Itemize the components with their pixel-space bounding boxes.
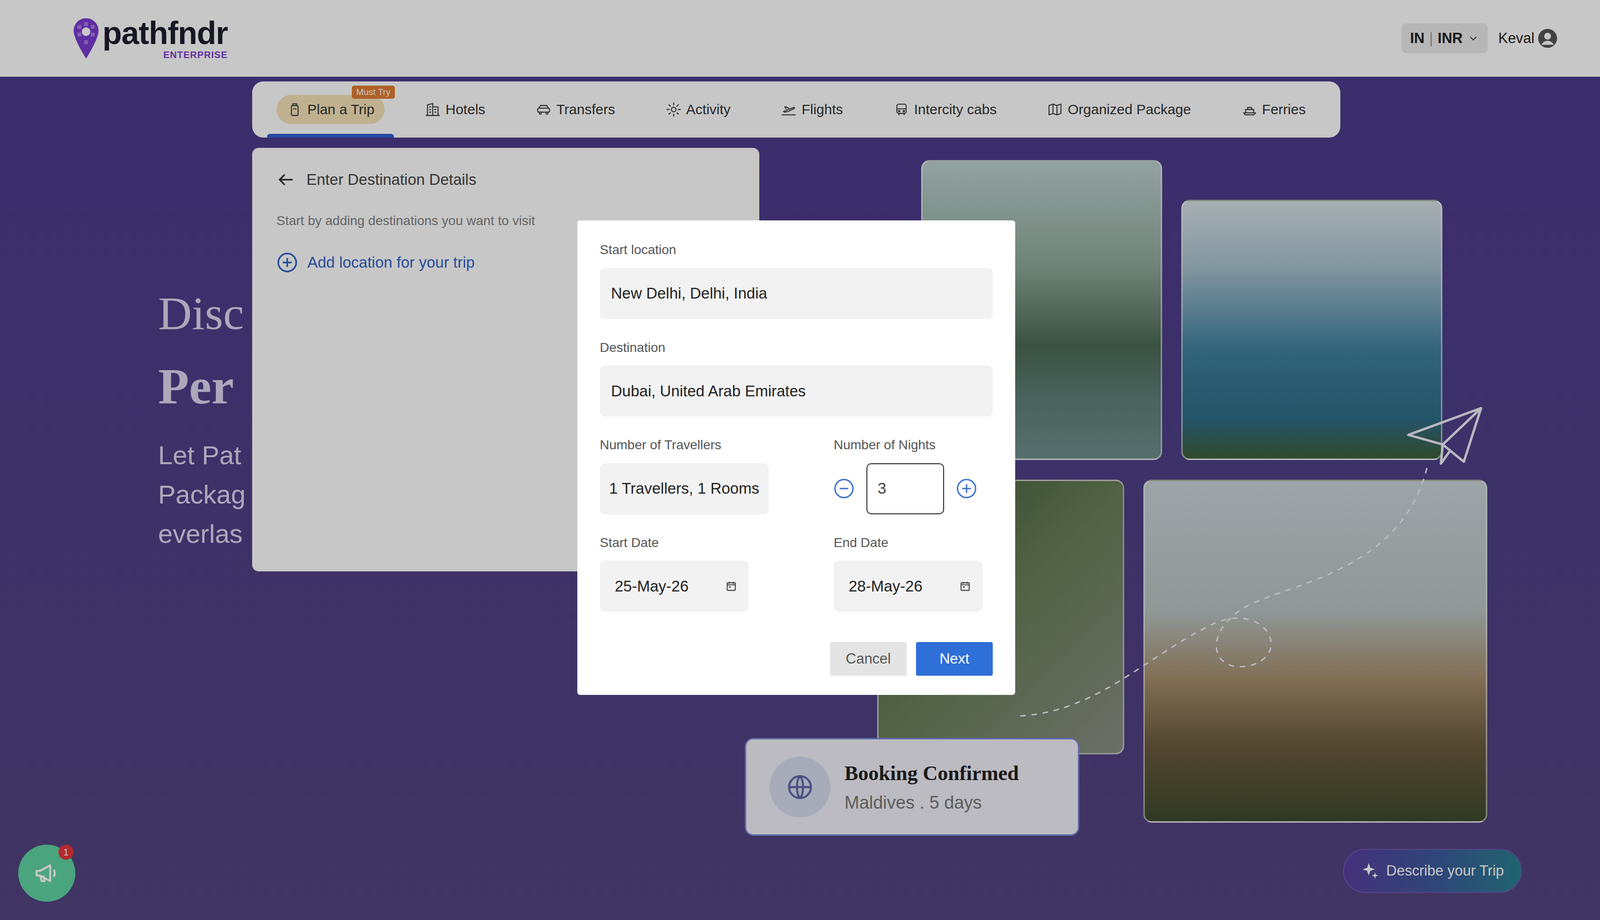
start-date-field: Start Date 25-May-26: [599, 534, 787, 612]
date-value: 28-May-26: [848, 577, 923, 596]
field-label: Destination: [599, 339, 993, 356]
minus-icon[interactable]: [833, 478, 855, 499]
plus-icon[interactable]: [956, 478, 977, 499]
field-input[interactable]: New Delhi, Delhi, India: [599, 268, 993, 320]
field-label: End Date: [833, 534, 993, 551]
modal-button[interactable]: Next: [916, 641, 993, 676]
date-value: 25-May-26: [614, 577, 689, 596]
travellers-input[interactable]: 1 Travellers, 1 Rooms: [599, 463, 769, 515]
nights-input[interactable]: 3: [866, 463, 945, 515]
travellers-field: Number of Travellers 1 Travellers, 1 Roo…: [599, 436, 787, 515]
calendar-icon: [959, 580, 972, 593]
travellers-row: Number of Travellers 1 Travellers, 1 Roo…: [599, 436, 993, 515]
field-label: Start Date: [599, 534, 787, 551]
destination-field: Destination Dubai, United Arab Emirates: [599, 339, 993, 417]
trip-modal: Start location New Delhi, Delhi, India D…: [577, 220, 1016, 695]
modal-button[interactable]: Cancel: [829, 641, 907, 676]
date-input[interactable]: 28-May-26: [833, 560, 983, 612]
page: pathfndr ENTERPRISE IN | INR Keval Plan …: [0, 0, 1600, 920]
start-location-field: Start location New Delhi, Delhi, India: [599, 241, 993, 320]
nights-stepper: 3: [833, 463, 993, 515]
dates-row: Start Date 25-May-26 End Date 28-May-26: [599, 534, 993, 612]
date-input[interactable]: 25-May-26: [599, 560, 749, 612]
end-date-field: End Date 28-May-26: [833, 534, 993, 612]
field-label: Start location: [599, 241, 993, 258]
field-label: Number of Travellers: [599, 436, 787, 453]
nights-field: Number of Nights 3: [833, 436, 993, 515]
field-input[interactable]: Dubai, United Arab Emirates: [599, 365, 993, 417]
field-label: Number of Nights: [833, 436, 993, 453]
calendar-icon: [725, 580, 738, 593]
modal-actions: Cancel Next: [599, 641, 993, 676]
